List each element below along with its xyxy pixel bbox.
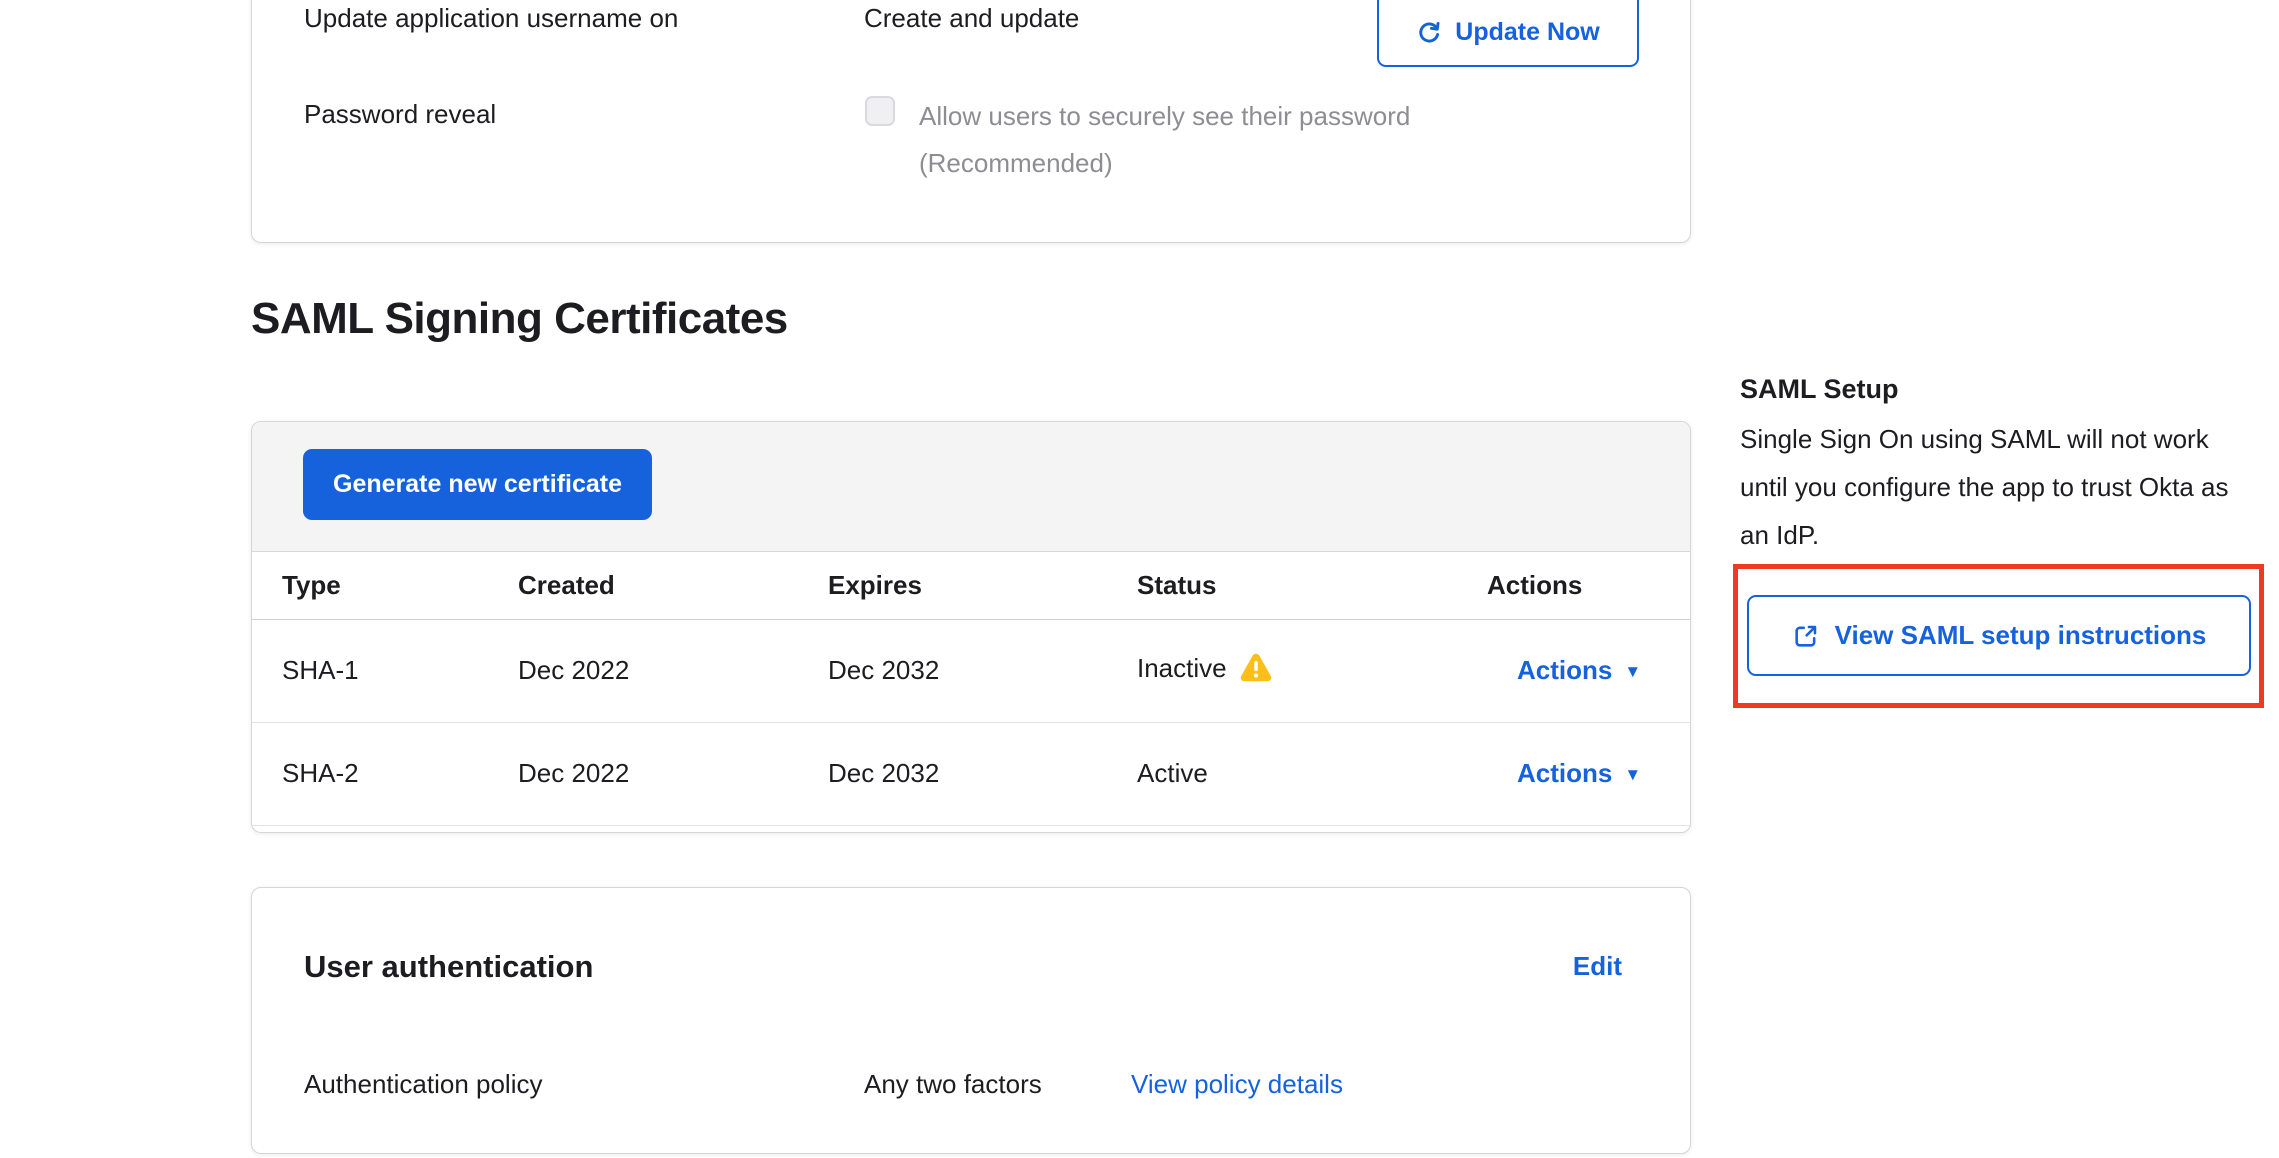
chevron-down-icon: ▼ bbox=[1624, 662, 1641, 681]
saml-setup-description: Single Sign On using SAML will not work … bbox=[1740, 415, 2245, 559]
actions-label: Actions bbox=[1517, 655, 1612, 685]
view-saml-setup-instructions-label: View SAML setup instructions bbox=[1835, 620, 2207, 651]
username-update-label: Update application username on bbox=[304, 2, 678, 35]
authentication-policy-value: Any two factors bbox=[864, 1068, 1042, 1101]
saml-signing-certificates-title: SAML Signing Certificates bbox=[251, 294, 788, 344]
cert-expires-cell: Dec 2032 bbox=[828, 619, 1137, 722]
cert-actions-cell: Actions ▼ bbox=[1487, 619, 1691, 722]
cert-expires-cell: Dec 2032 bbox=[828, 722, 1137, 825]
user-authentication-card: User authentication Edit Authentication … bbox=[251, 887, 1691, 1154]
certificates-toolbar: Generate new certificate bbox=[252, 422, 1690, 552]
cert-status-cell: Inactive bbox=[1137, 619, 1487, 722]
username-update-value: Create and update bbox=[864, 2, 1079, 35]
certificates-table: Type Created Expires Status Actions SHA-… bbox=[252, 552, 1691, 826]
cert-type-cell: SHA-2 bbox=[252, 722, 518, 825]
view-saml-setup-instructions-button[interactable]: View SAML setup instructions bbox=[1747, 595, 2251, 676]
update-now-button[interactable]: Update Now bbox=[1377, 0, 1639, 67]
column-header-expires: Expires bbox=[828, 552, 1137, 619]
saml-setup-title: SAML Setup bbox=[1740, 374, 1899, 405]
certificates-panel: Generate new certificate Type Created Ex… bbox=[251, 421, 1691, 833]
certificates-table-header-row: Type Created Expires Status Actions bbox=[252, 552, 1691, 619]
cert-actions-cell: Actions ▼ bbox=[1487, 722, 1691, 825]
cert-created-cell: Dec 2022 bbox=[518, 722, 828, 825]
password-reveal-option-label: Allow users to securely see their passwo… bbox=[919, 100, 1410, 133]
okta-app-settings-screen: Update application username on Create an… bbox=[0, 0, 2279, 1158]
actions-dropdown-sha1[interactable]: Actions ▼ bbox=[1487, 655, 1641, 686]
cert-status-cell: Active bbox=[1137, 722, 1487, 825]
user-authentication-title: User authentication bbox=[304, 948, 593, 987]
cert-type-cell: SHA-1 bbox=[252, 619, 518, 722]
certificate-row-sha1: SHA-1 Dec 2022 Dec 2032 Inactive Actions… bbox=[252, 619, 1691, 722]
column-header-actions: Actions bbox=[1487, 552, 1691, 619]
edit-link[interactable]: Edit bbox=[1573, 951, 1622, 982]
view-policy-details-link[interactable]: View policy details bbox=[1131, 1068, 1343, 1101]
column-header-type: Type bbox=[252, 552, 518, 619]
password-reveal-checkbox[interactable] bbox=[865, 96, 895, 126]
status-text: Inactive bbox=[1137, 653, 1227, 683]
password-reveal-option-suffix: (Recommended) bbox=[919, 147, 1113, 180]
cert-created-cell: Dec 2022 bbox=[518, 619, 828, 722]
external-link-icon bbox=[1792, 622, 1820, 650]
column-header-created: Created bbox=[518, 552, 828, 619]
certificate-row-sha2: SHA-2 Dec 2022 Dec 2032 Active Actions ▼ bbox=[252, 722, 1691, 825]
update-now-label: Update Now bbox=[1455, 18, 1599, 47]
chevron-down-icon: ▼ bbox=[1624, 765, 1641, 784]
actions-dropdown-sha2[interactable]: Actions ▼ bbox=[1487, 758, 1641, 789]
refresh-icon bbox=[1416, 19, 1443, 46]
app-settings-card: Update application username on Create an… bbox=[251, 0, 1691, 243]
authentication-policy-label: Authentication policy bbox=[304, 1068, 542, 1101]
status-text: Active bbox=[1137, 758, 1208, 788]
actions-label: Actions bbox=[1517, 758, 1612, 788]
generate-new-certificate-button[interactable]: Generate new certificate bbox=[303, 449, 652, 520]
password-reveal-label: Password reveal bbox=[304, 98, 496, 131]
column-header-status: Status bbox=[1137, 552, 1487, 619]
warning-icon bbox=[1239, 659, 1273, 689]
